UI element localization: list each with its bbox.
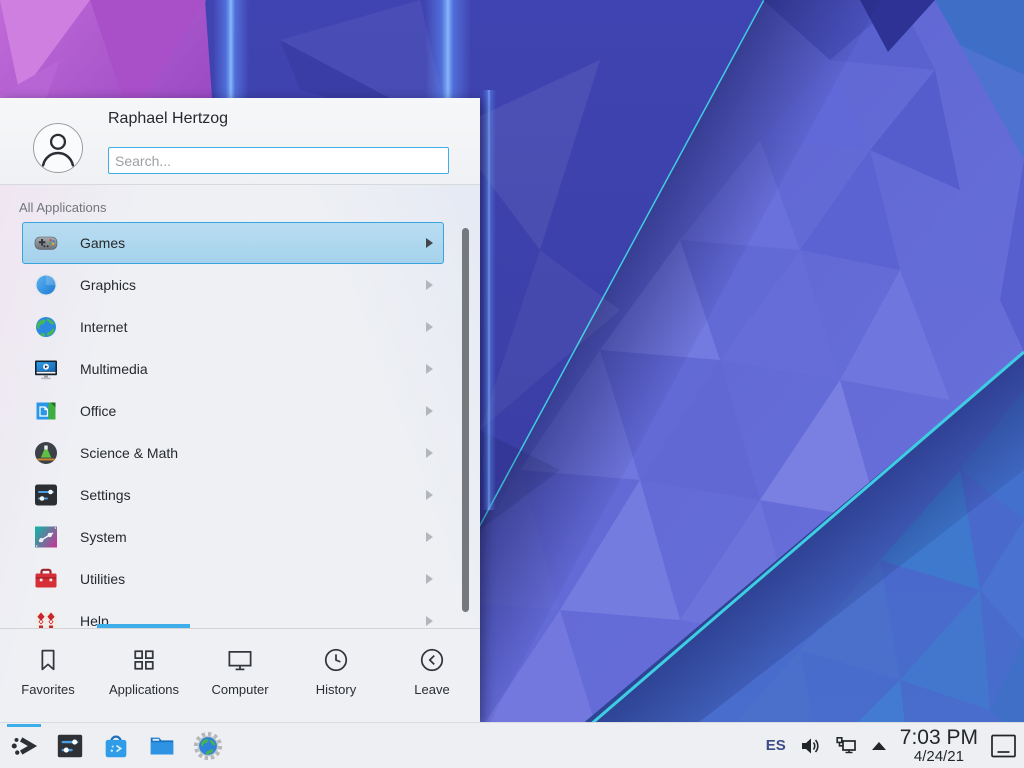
category-label: Office: [80, 403, 426, 419]
category-item-internet[interactable]: Internet: [22, 306, 444, 348]
category-label: Multimedia: [80, 361, 426, 377]
launcher-tabbar: Favorites Applications C: [0, 629, 480, 722]
submenu-arrow-icon: [426, 364, 433, 374]
graphics-sphere-icon: [33, 272, 59, 298]
tab-favorites[interactable]: Favorites: [0, 629, 96, 722]
dolphin-file-manager-icon: [147, 731, 177, 761]
category-item-help[interactable]: Help: [22, 600, 444, 628]
active-tab-indicator: [97, 624, 190, 628]
active-task-indicator: [7, 724, 41, 727]
discover-taskbar-button[interactable]: [100, 730, 132, 762]
category-item-games[interactable]: Games: [22, 222, 444, 264]
multimedia-monitor-icon: [33, 356, 59, 382]
category-list: Games Graphics: [22, 222, 444, 628]
discover-software-icon: [101, 731, 131, 761]
category-label: Settings: [80, 487, 426, 503]
tab-label: Favorites: [21, 682, 74, 697]
user-icon: [34, 124, 82, 172]
leave-back-icon: [417, 645, 447, 675]
file-manager-taskbar-button[interactable]: [146, 730, 178, 762]
launcher-header: Raphael Hertzog: [0, 98, 480, 185]
network-wired-icon: [834, 735, 858, 757]
category-item-office[interactable]: Office: [22, 390, 444, 432]
system-tray: ES: [766, 727, 1024, 764]
scrollbar[interactable]: [462, 228, 469, 612]
help-icon: [33, 608, 59, 628]
tab-applications[interactable]: Applications: [96, 629, 192, 722]
bookmark-icon: [33, 645, 63, 675]
category-label: System: [80, 529, 426, 545]
tab-label: Computer: [211, 682, 268, 697]
system-settings-icon: [55, 731, 85, 761]
system-icon: [33, 524, 59, 550]
tab-history[interactable]: History: [288, 629, 384, 722]
utilities-toolbox-icon: [33, 566, 59, 592]
clock-time: 7:03 PM: [900, 727, 978, 748]
system-settings-taskbar-button[interactable]: [54, 730, 86, 762]
office-documents-icon: [33, 398, 59, 424]
taskbar-panel: ES: [0, 722, 1024, 768]
internet-globe-icon: [33, 314, 59, 340]
category-item-multimedia[interactable]: Multimedia: [22, 348, 444, 390]
show-desktop-icon: [990, 733, 1017, 759]
application-launcher-popup: Raphael Hertzog All Applications: [0, 98, 480, 722]
expand-tray-arrow-icon: [871, 741, 887, 751]
science-flask-icon: [33, 440, 59, 466]
show-desktop-button[interactable]: [990, 733, 1017, 759]
digital-clock[interactable]: 7:03 PM 4/24/21: [900, 727, 978, 764]
app-grid-icon: [129, 645, 159, 675]
submenu-arrow-icon: [426, 280, 433, 290]
expand-tray-button[interactable]: [871, 741, 887, 751]
web-browser-taskbar-button[interactable]: [192, 730, 224, 762]
submenu-arrow-icon: [426, 448, 433, 458]
app-launcher-button[interactable]: [8, 730, 40, 762]
tab-label: History: [316, 682, 356, 697]
submenu-arrow-icon: [426, 406, 433, 416]
category-item-graphics[interactable]: Graphics: [22, 264, 444, 306]
submenu-arrow-icon: [426, 238, 433, 248]
tab-leave[interactable]: Leave: [384, 629, 480, 722]
clock-date: 4/24/21: [914, 749, 964, 764]
kde-app-launcher-icon: [9, 731, 39, 761]
category-item-settings[interactable]: Settings: [22, 474, 444, 516]
submenu-arrow-icon: [426, 490, 433, 500]
category-label: Graphics: [80, 277, 426, 293]
submenu-arrow-icon: [426, 616, 433, 626]
volume-icon: [799, 735, 821, 757]
tab-computer[interactable]: Computer: [192, 629, 288, 722]
user-avatar[interactable]: [33, 123, 83, 173]
category-label: Games: [80, 235, 426, 251]
submenu-arrow-icon: [426, 322, 433, 332]
desktop: Raphael Hertzog All Applications: [0, 0, 1024, 768]
category-label: Science & Math: [80, 445, 426, 461]
history-clock-icon: [321, 645, 351, 675]
category-item-science-math[interactable]: Science & Math: [22, 432, 444, 474]
tab-label: Applications: [109, 682, 179, 697]
volume-tray-button[interactable]: [799, 735, 821, 757]
category-item-utilities[interactable]: Utilities: [22, 558, 444, 600]
web-browser-globe-icon: [193, 731, 223, 761]
category-item-system[interactable]: System: [22, 516, 444, 558]
category-label: Utilities: [80, 571, 426, 587]
search-input[interactable]: [108, 147, 449, 174]
network-tray-button[interactable]: [834, 735, 858, 757]
settings-sliders-icon: [33, 482, 59, 508]
keyboard-layout-indicator[interactable]: ES: [766, 737, 786, 754]
category-label: Internet: [80, 319, 426, 335]
computer-monitor-icon: [225, 645, 255, 675]
tab-label: Leave: [414, 682, 449, 697]
gamepad-icon: [33, 230, 59, 256]
section-label: All Applications: [19, 200, 106, 215]
submenu-arrow-icon: [426, 532, 433, 542]
user-name: Raphael Hertzog: [108, 110, 228, 128]
submenu-arrow-icon: [426, 574, 433, 584]
